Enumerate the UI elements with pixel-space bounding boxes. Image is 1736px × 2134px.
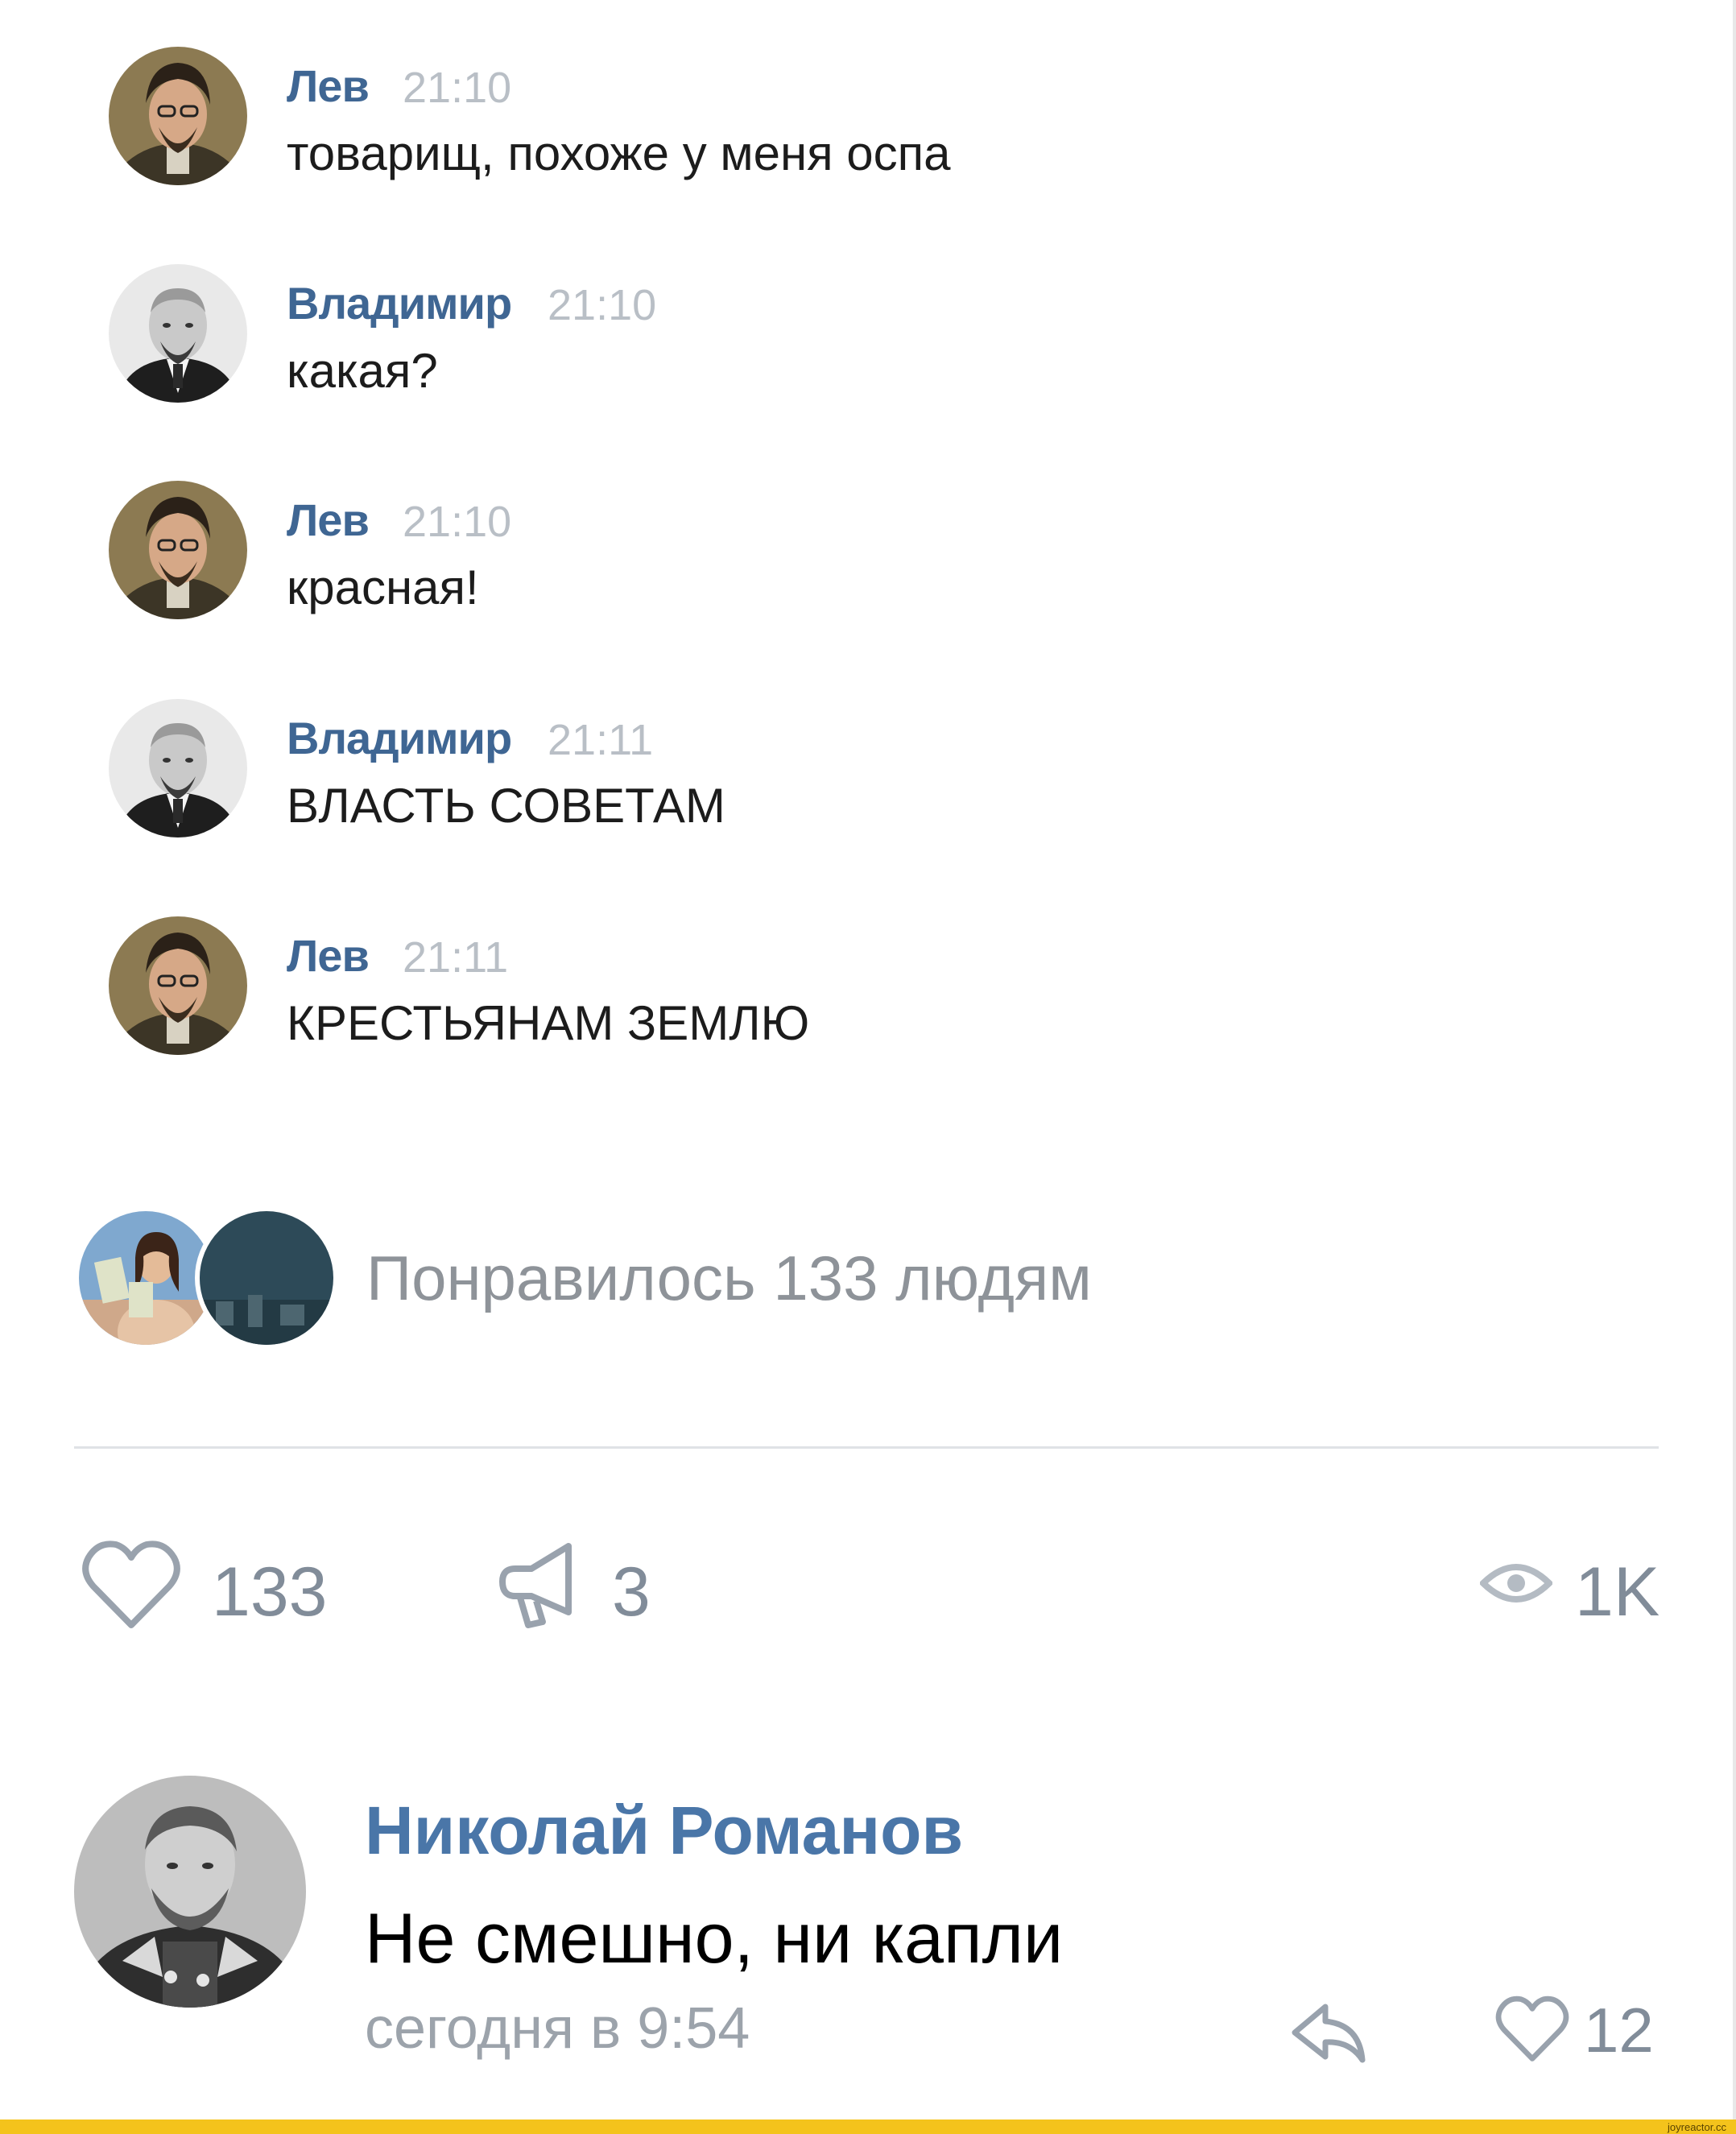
eye-icon <box>1480 1564 1552 1603</box>
liker-avatar[interactable] <box>195 1206 338 1350</box>
liked-by-text[interactable]: Понравилось 133 людям <box>366 1242 1092 1315</box>
divider <box>74 1446 1659 1449</box>
commenter-name[interactable]: Николай Романов <box>365 1792 963 1870</box>
message-text: ВЛАСТЬ СОВЕТАМ <box>287 779 725 833</box>
chat-message: Владимир 21:11 ВЛАСТЬ СОВЕТАМ <box>0 699 1208 860</box>
vladimir-portrait-icon <box>109 264 247 403</box>
comment-like-count: 12 <box>1584 1995 1654 2066</box>
lev-avatar[interactable] <box>109 481 247 619</box>
message-time: 21:11 <box>403 933 509 982</box>
share-button[interactable]: 3 <box>491 1538 684 1635</box>
message-text: товарищ, похоже у меня оспа <box>287 126 951 180</box>
message-time: 21:10 <box>403 498 512 546</box>
chat-message: Лев 21:10 товарищ, похоже у меня оспа <box>0 47 1208 208</box>
lev-avatar[interactable] <box>109 47 247 185</box>
share-count: 3 <box>612 1553 651 1631</box>
edge-divider <box>1733 0 1736 2120</box>
lev-portrait-icon <box>109 47 247 185</box>
chat-message: Лев 21:11 КРЕСТЬЯНАМ ЗЕМЛЮ <box>0 916 1208 1077</box>
comment-date: сегодня в 9:54 <box>365 1996 750 2061</box>
woman-with-money-icon <box>79 1211 213 1345</box>
chat-message: Лев 21:10 красная! <box>0 481 1208 642</box>
message-time: 21:11 <box>548 716 654 764</box>
reply-arrow-icon <box>1292 2004 1366 2063</box>
comment-like-button[interactable]: 12 <box>1494 1994 1654 2066</box>
lev-portrait-icon <box>109 481 247 619</box>
vladimir-avatar[interactable] <box>109 699 247 837</box>
message-time: 21:10 <box>403 64 512 112</box>
vladimir-portrait-icon <box>109 699 247 837</box>
reply-button[interactable] <box>1288 1995 1369 2068</box>
views-indicator: 1K <box>1480 1538 1665 1635</box>
page: Лев 21:10 товарищ, похоже у меня оспа Вл… <box>0 0 1736 2134</box>
heart-icon <box>82 1541 180 1628</box>
message-time: 21:10 <box>548 281 657 329</box>
commenter-avatar[interactable] <box>74 1776 306 2008</box>
message-author[interactable]: Лев <box>287 60 370 112</box>
heart-icon <box>1495 1995 1569 2062</box>
nikolai-portrait-icon <box>74 1776 306 2008</box>
like-button[interactable]: 133 <box>79 1538 345 1635</box>
watermark-bar <box>0 2120 1736 2134</box>
megaphone-icon <box>499 1543 572 1628</box>
like-count: 133 <box>212 1553 328 1631</box>
lev-portrait-icon <box>109 916 247 1055</box>
watermark-text[interactable]: joyreactor.cc <box>1668 2121 1726 2133</box>
message-author[interactable]: Лев <box>287 929 370 982</box>
message-author[interactable]: Владимир <box>287 277 512 329</box>
comment-text: Не смешно, ни капли <box>365 1898 1064 1978</box>
views-count: 1K <box>1575 1553 1660 1631</box>
lev-avatar[interactable] <box>109 916 247 1055</box>
liked-by-avatars[interactable] <box>74 1206 338 1350</box>
message-text: какая? <box>287 344 438 398</box>
chat-message: Владимир 21:10 какая? <box>0 264 1208 425</box>
message-text: красная! <box>287 560 479 614</box>
message-author[interactable]: Лев <box>287 494 370 546</box>
city-night-icon <box>200 1211 333 1345</box>
vladimir-avatar[interactable] <box>109 264 247 403</box>
message-text: КРЕСТЬЯНАМ ЗЕМЛЮ <box>287 996 810 1050</box>
message-author[interactable]: Владимир <box>287 712 512 764</box>
